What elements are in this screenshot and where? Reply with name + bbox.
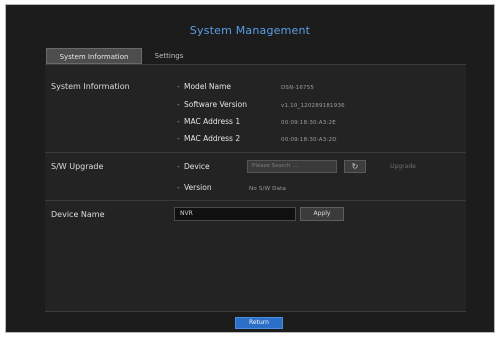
- return-button[interactable]: Return: [235, 317, 283, 329]
- version-value: No S/W Data: [249, 186, 287, 192]
- device-name-input[interactable]: NVR: [174, 207, 296, 221]
- tab-settings[interactable]: Settings: [145, 48, 193, 64]
- upgrade-button[interactable]: Upgrade: [379, 160, 427, 173]
- version-label: Version: [177, 183, 211, 193]
- model-name-value: DSN-16755: [281, 85, 315, 91]
- software-version-value: v1.10_120289181936: [281, 103, 345, 109]
- window-title: System Management: [189, 24, 311, 37]
- mac-address-1-label: MAC Address 1: [177, 117, 240, 127]
- apply-button[interactable]: Apply: [300, 207, 344, 221]
- section-system-information: System Information: [51, 82, 130, 91]
- device-label: Device: [177, 162, 210, 172]
- tab-system-information[interactable]: System Information: [46, 48, 142, 64]
- mac-address-1-value: 00:09:18:30:A3:2E: [281, 120, 336, 126]
- section-divider: [45, 152, 466, 153]
- section-divider: [45, 200, 466, 201]
- mac-address-2-label: MAC Address 2: [177, 134, 240, 144]
- device-select[interactable]: Please Search ...: [247, 160, 337, 173]
- system-information-panel: System Information Model Name DSN-16755 …: [45, 64, 466, 312]
- software-version-label: Software Version: [177, 100, 247, 110]
- refresh-icon: ↻: [351, 162, 359, 171]
- mac-address-2-value: 00:09:18:30:A3:2D: [281, 137, 337, 143]
- system-management-window: System Management System Information Set…: [5, 4, 495, 333]
- section-device-name: Device Name: [51, 210, 105, 219]
- model-name-label: Model Name: [177, 82, 231, 92]
- section-sw-upgrade: S/W Upgrade: [51, 162, 104, 171]
- refresh-button[interactable]: ↻: [344, 160, 366, 173]
